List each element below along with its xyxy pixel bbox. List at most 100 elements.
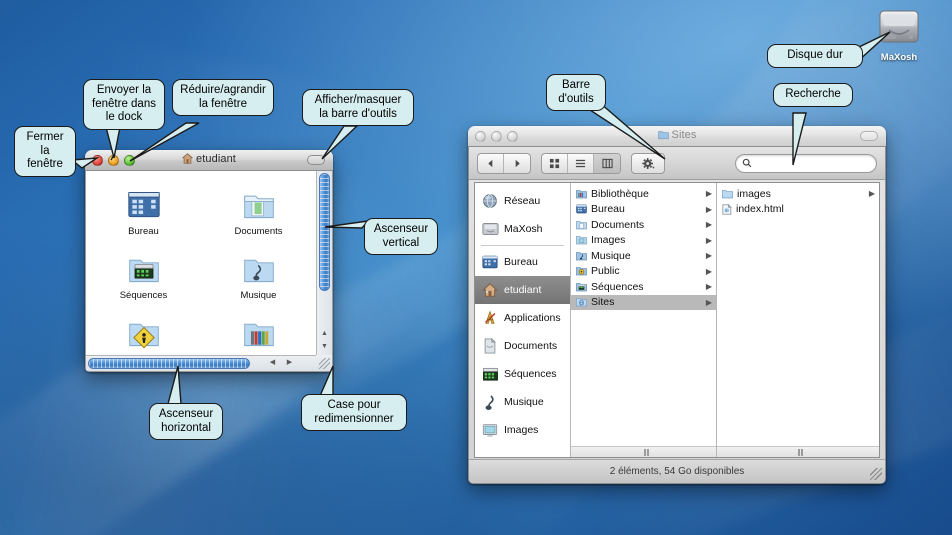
icon-row: Bureau Documents bbox=[86, 183, 316, 247]
column-2-scrollbar[interactable] bbox=[717, 446, 879, 457]
callout-hard-drive: Disque dur bbox=[767, 44, 863, 68]
right-window-titlebar[interactable]: Sites bbox=[468, 126, 886, 147]
desktop-hard-drive[interactable]: MaXosh bbox=[868, 8, 930, 63]
file-label: Séquences bbox=[119, 290, 168, 301]
callout-minimize-window: Envoyer la fenêtre dans le dock bbox=[83, 79, 165, 130]
left-window-title: etudiant bbox=[85, 153, 333, 167]
column-item-selected[interactable]: Sites ▶ bbox=[571, 294, 716, 310]
callout-horizontal-scroll: Ascenseur horizontal bbox=[149, 403, 223, 440]
column-item-label: Bibliothèque bbox=[591, 187, 649, 200]
music-folder-icon bbox=[576, 251, 587, 261]
callout-toolbar: Barre d'outils bbox=[546, 74, 606, 111]
library-folder-icon bbox=[576, 189, 587, 199]
left-window-title-text: etudiant bbox=[196, 153, 236, 165]
pictures-icon bbox=[481, 421, 499, 439]
scroll-up-icon[interactable]: ▲ bbox=[317, 327, 332, 340]
view-mode-buttons[interactable] bbox=[541, 152, 621, 174]
folder-icon bbox=[722, 189, 733, 199]
resize-grip[interactable] bbox=[870, 468, 882, 480]
scroll-down-icon[interactable]: ▼ bbox=[317, 340, 332, 353]
column-item[interactable]: Documents ▶ bbox=[571, 217, 716, 233]
right-window-title: Sites bbox=[468, 129, 886, 143]
file-icon-bibliotheque[interactable] bbox=[201, 311, 316, 355]
column-item[interactable]: Bureau ▶ bbox=[571, 202, 716, 218]
column-item[interactable]: index.html bbox=[717, 202, 879, 218]
status-bar: 2 éléments, 54 Go disponibles bbox=[469, 459, 885, 483]
vertical-scroll-thumb[interactable] bbox=[319, 173, 330, 291]
sidebar-item-sequences[interactable]: Séquences bbox=[475, 360, 570, 388]
sidebar-label: Réseau bbox=[504, 195, 541, 207]
column-item[interactable]: Musique ▶ bbox=[571, 248, 716, 264]
desktop-folder-icon bbox=[86, 183, 201, 223]
finder-window-sites[interactable]: Sites Réseau MaXosh Bureau etudiant Appl… bbox=[468, 126, 886, 484]
vertical-scroll-arrows[interactable]: ▲ ▼ bbox=[316, 327, 332, 355]
sidebar-item-reseau[interactable]: Réseau bbox=[475, 187, 570, 215]
scroll-left-icon[interactable]: ◀ bbox=[264, 356, 281, 370]
browser-column-2[interactable]: images ▶ index.html bbox=[717, 183, 879, 457]
horizontal-scroll-thumb[interactable] bbox=[88, 358, 250, 369]
back-button[interactable] bbox=[478, 153, 504, 173]
sidebar-label: Documents bbox=[504, 340, 558, 352]
file-icon-sequences[interactable]: Séquences bbox=[86, 247, 201, 311]
file-icon-bureau[interactable]: Bureau bbox=[86, 183, 201, 247]
resize-grip[interactable] bbox=[316, 355, 332, 371]
browser-column-1[interactable]: Bibliothèque ▶ Bureau ▶ Documents ▶ Imag… bbox=[571, 183, 717, 457]
hard-disk-icon bbox=[879, 10, 919, 43]
sidebar-item-bureau[interactable]: Bureau bbox=[475, 248, 570, 276]
sidebar-label: Bureau bbox=[504, 256, 538, 268]
chevron-right-icon: ▶ bbox=[705, 266, 712, 276]
horizontal-scroll-arrows[interactable]: ◀ ▶ bbox=[264, 356, 298, 370]
movies-folder-icon bbox=[576, 282, 587, 292]
callout-zoom-window: Réduire/agrandir la fenêtre bbox=[172, 79, 274, 116]
left-window-titlebar[interactable]: etudiant bbox=[85, 150, 333, 171]
chevron-right-icon: ▶ bbox=[705, 297, 712, 307]
column-view-button[interactable] bbox=[594, 153, 620, 173]
icon-view-grid[interactable]: Bureau Documents Séquences Musique bbox=[86, 171, 316, 355]
finder-window-etudiant[interactable]: etudiant Bureau Documents Séquences Musi… bbox=[85, 150, 333, 372]
sidebar-label: Séquences bbox=[504, 368, 557, 380]
toolbar-toggle-button[interactable] bbox=[860, 131, 878, 141]
html-file-icon bbox=[722, 203, 732, 215]
icon-row: Séquences Musique bbox=[86, 247, 316, 311]
sites-folder-icon bbox=[576, 298, 587, 307]
nav-buttons[interactable] bbox=[477, 152, 531, 174]
search-input[interactable] bbox=[756, 156, 870, 170]
sidebar-item-musique[interactable]: Musique bbox=[475, 388, 570, 416]
column-item[interactable]: Public ▶ bbox=[571, 264, 716, 280]
finder-sidebar[interactable]: Réseau MaXosh Bureau etudiant Applicatio… bbox=[475, 183, 571, 457]
documents-folder-icon bbox=[201, 183, 316, 223]
sidebar-item-images[interactable]: Images bbox=[475, 416, 570, 444]
search-box[interactable] bbox=[735, 153, 877, 173]
file-icon-documents[interactable]: Documents bbox=[201, 183, 316, 247]
sidebar-item-etudiant[interactable]: etudiant bbox=[475, 276, 570, 304]
column-1-scrollbar[interactable] bbox=[571, 446, 716, 457]
scroll-right-icon[interactable]: ▶ bbox=[281, 356, 298, 370]
folder-icon bbox=[657, 130, 669, 143]
sidebar-item-maxosh[interactable]: MaXosh bbox=[475, 215, 570, 243]
gear-icon bbox=[632, 154, 664, 173]
column-item[interactable]: Séquences ▶ bbox=[571, 279, 716, 295]
column-item-label: Bureau bbox=[591, 203, 625, 216]
icon-view-button[interactable] bbox=[542, 153, 568, 173]
forward-button[interactable] bbox=[504, 154, 530, 173]
toolbar-toggle-button[interactable] bbox=[307, 155, 325, 165]
status-text: 2 éléments, 54 Go disponibles bbox=[609, 466, 745, 477]
column-item-label: index.html bbox=[736, 203, 784, 216]
column-item[interactable]: Bibliothèque ▶ bbox=[571, 186, 716, 202]
movies-folder-icon bbox=[86, 247, 201, 287]
action-menu-button[interactable] bbox=[631, 152, 665, 174]
horizontal-scrollbar[interactable]: ◀ ▶ bbox=[86, 355, 316, 371]
file-label: Bureau bbox=[128, 226, 159, 237]
sidebar-divider bbox=[481, 245, 564, 246]
column-item[interactable]: images ▶ bbox=[717, 186, 879, 202]
column-item[interactable]: Images ▶ bbox=[571, 233, 716, 249]
callout-resize-box: Case pour redimensionner bbox=[301, 394, 407, 431]
sidebar-item-applications[interactable]: Applications bbox=[475, 304, 570, 332]
list-view-button[interactable] bbox=[568, 153, 594, 173]
applications-icon bbox=[481, 309, 499, 327]
file-icon-public[interactable] bbox=[86, 311, 201, 355]
sidebar-item-documents[interactable]: Documents bbox=[475, 332, 570, 360]
column-item-label: Musique bbox=[591, 249, 631, 262]
file-icon-musique[interactable]: Musique bbox=[201, 247, 316, 311]
finder-browser: Réseau MaXosh Bureau etudiant Applicatio… bbox=[474, 182, 880, 458]
